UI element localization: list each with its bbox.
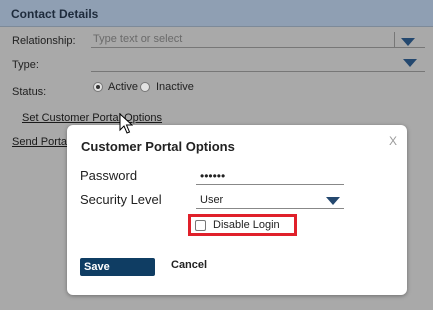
mouse-pointer-icon [119, 113, 133, 134]
password-value: •••••• [200, 169, 226, 183]
close-icon[interactable]: X [389, 134, 397, 148]
customer-portal-options-dialog: Customer Portal Options X Password •••••… [67, 125, 407, 295]
status-active-label: Active [108, 81, 138, 93]
security-level-select[interactable]: User [196, 193, 344, 209]
disable-login-label[interactable]: Disable Login [213, 219, 280, 231]
disable-login-checkbox[interactable] [195, 220, 206, 231]
security-level-label: Security Level [80, 192, 162, 207]
relationship-label: Relationship: [12, 35, 76, 47]
cancel-button[interactable]: Cancel [171, 259, 207, 271]
save-button[interactable]: Save [80, 258, 155, 276]
password-field[interactable]: •••••• [196, 169, 344, 185]
set-customer-portal-options-link[interactable]: Set Customer Portal Options [22, 112, 162, 124]
status-inactive-radio[interactable] [140, 82, 150, 92]
dialog-title: Customer Portal Options [81, 139, 235, 154]
password-label: Password [80, 168, 138, 183]
contact-details-header: Contact Details [0, 0, 433, 27]
status-active-radio[interactable] [93, 82, 103, 92]
type-select[interactable] [91, 56, 425, 72]
security-level-value: User [200, 194, 224, 206]
security-level-chevron-down-icon[interactable] [326, 197, 340, 205]
relationship-placeholder: Type text or select [93, 33, 183, 45]
send-portal-link[interactable]: Send Porta [12, 136, 67, 148]
header-title: Contact Details [11, 7, 99, 21]
status-label: Status: [12, 86, 47, 98]
type-label: Type: [12, 59, 39, 71]
status-inactive-label: Inactive [156, 81, 194, 93]
relationship-chevron-down-icon[interactable] [401, 38, 415, 46]
relationship-combobox[interactable]: Type text or select [91, 32, 425, 48]
combobox-divider [394, 32, 395, 48]
type-chevron-down-icon[interactable] [403, 59, 417, 67]
